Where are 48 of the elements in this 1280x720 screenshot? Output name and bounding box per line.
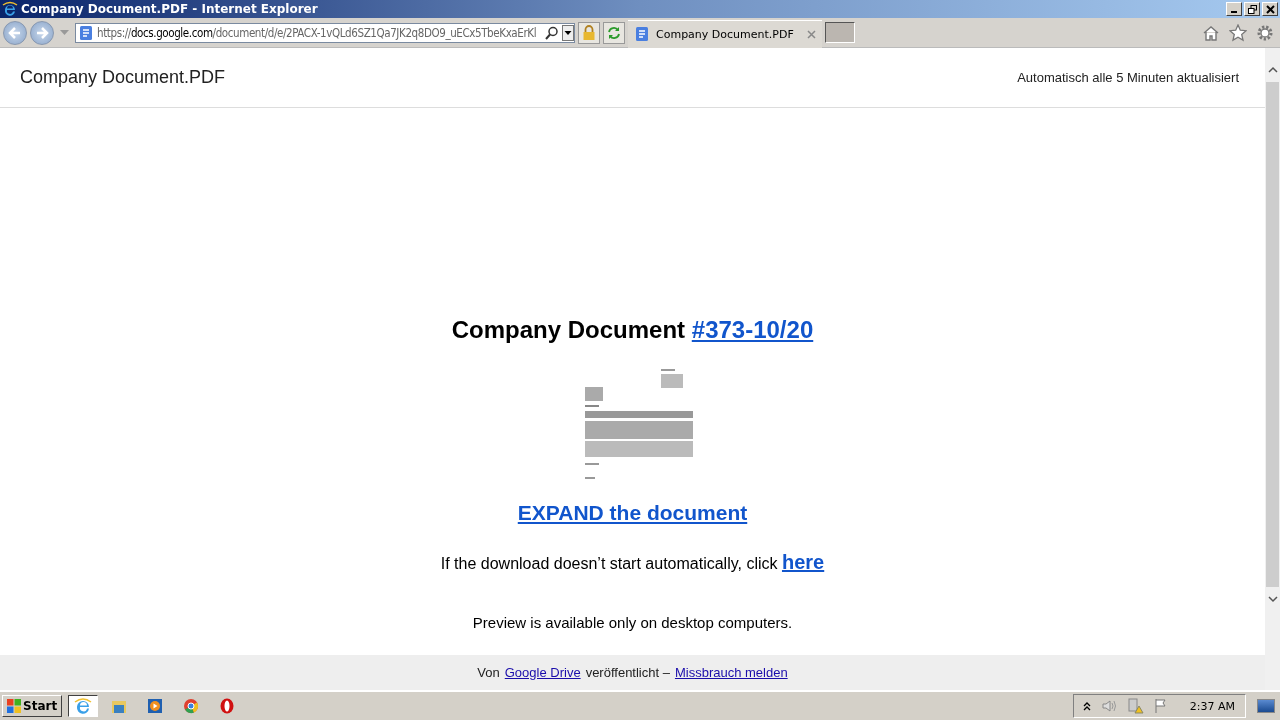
flag-icon[interactable]	[1152, 698, 1169, 714]
report-abuse-link[interactable]: Missbrauch melden	[674, 665, 788, 680]
forward-arrow-icon	[34, 24, 50, 41]
download-link[interactable]: here	[781, 551, 825, 573]
document-icon	[634, 26, 650, 42]
browser-logo-icon	[74, 697, 93, 715]
window-title: Company Document.PDF - Internet Explorer	[21, 2, 318, 16]
close-icon	[1265, 4, 1275, 14]
google-drive-link[interactable]: Google Drive	[504, 665, 581, 680]
restore-icon	[1247, 4, 1257, 14]
search-icon[interactable]	[545, 25, 559, 40]
chevron-up-icon[interactable]	[1081, 701, 1092, 711]
windows-logo-icon	[7, 699, 21, 713]
address-field[interactable]: https://docs.google.com/document/d/e/2PACX-1vQLd6SZ1Qa7JK2q8DO9_uECx5TbeKxaErKl	[75, 22, 575, 43]
document-icon	[78, 24, 94, 41]
scrollbar[interactable]	[1265, 48, 1280, 690]
start-button[interactable]: Start	[2, 695, 63, 717]
back-arrow-icon	[7, 24, 23, 41]
star-icon[interactable]	[1229, 23, 1247, 42]
circle-logo-icon	[182, 697, 201, 715]
footer-text: Von	[477, 665, 500, 680]
close-tab-icon[interactable]	[807, 29, 816, 39]
play-icon	[146, 697, 165, 715]
browser-tab[interactable]: Company Document.PDF	[628, 19, 822, 48]
download-instruction: If the download doesn’t start automatically, click here	[440, 551, 825, 574]
footer-text: veröffentlicht –	[585, 665, 670, 680]
home-icon[interactable]	[1202, 24, 1220, 41]
forward-button[interactable]	[30, 20, 54, 45]
document-heading: Company Document #373-10/20	[451, 316, 814, 344]
settings-icon[interactable]	[1256, 23, 1274, 42]
scroll-up-icon[interactable]	[1267, 66, 1278, 74]
restore-button[interactable]	[1244, 2, 1260, 16]
close-button[interactable]	[1262, 2, 1278, 16]
document-number-link[interactable]: #373-10/20	[691, 316, 814, 343]
browser-taskbar-button[interactable]	[68, 695, 99, 717]
preview-note: Preview is available only on desktop computers.	[472, 614, 793, 631]
autosave-note: Automatisch alle 5 Minuten aktualisiert	[1017, 70, 1239, 85]
url-text: https://docs.google.com/document/d/e/2PACX-1vQLd6SZ1Qa7JK2q8DO9_uECx5TbeKxaErKl	[97, 25, 538, 40]
browser-logo-icon	[2, 1, 18, 17]
clock: 2:37 AM	[1189, 699, 1235, 713]
show-desktop-button[interactable]	[1257, 699, 1275, 713]
new-tab-button[interactable]	[825, 22, 855, 43]
back-button[interactable]	[3, 20, 27, 45]
minimize-button[interactable]	[1226, 2, 1242, 16]
expand-document-link[interactable]: EXPAND the document	[517, 501, 748, 525]
document-title: Company Document.PDF	[20, 67, 226, 88]
scroll-down-icon[interactable]	[1267, 595, 1278, 603]
refresh-icon[interactable]	[603, 21, 625, 44]
